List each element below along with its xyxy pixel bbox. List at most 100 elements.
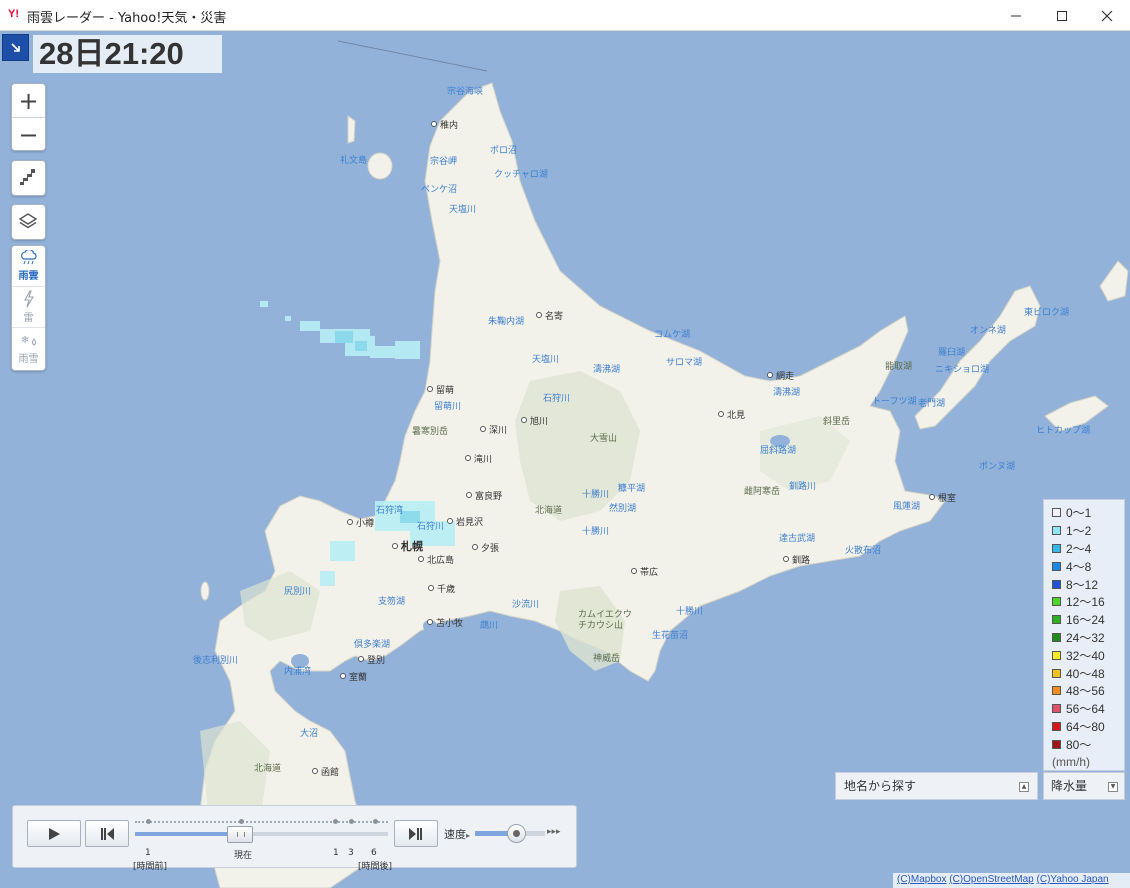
- legend-row: 4〜8: [1052, 557, 1124, 575]
- speed-slider-thumb[interactable]: [507, 824, 526, 843]
- place-search-label: 地名から探す: [844, 779, 917, 793]
- time-slider[interactable]: 1 [時間前] 現在 1 3 6 [時間後]: [133, 819, 392, 872]
- legend-label: 48〜56: [1066, 684, 1105, 699]
- minimize-button[interactable]: [993, 0, 1039, 31]
- play-button[interactable]: [27, 820, 81, 847]
- panel-collapse-button[interactable]: [2, 34, 29, 61]
- speed-text: 速度: [444, 828, 466, 841]
- legend-row: 8〜12: [1052, 575, 1124, 593]
- legend-swatch: [1052, 579, 1061, 589]
- legend-swatch: [1052, 561, 1061, 571]
- legend-row: 32〜40: [1052, 646, 1124, 664]
- legend-swatch: [1052, 686, 1061, 696]
- layers-button-inner: [12, 205, 44, 237]
- label-now: 現在: [234, 851, 253, 861]
- legend-label: 12〜16: [1066, 595, 1105, 610]
- label-toshibetsu: 後志利別川: [193, 656, 239, 666]
- label-sapporo: 札幌: [392, 538, 423, 554]
- yahoo-link[interactable]: (C)Yahoo Japan: [1037, 874, 1109, 885]
- step-back-button[interactable]: [85, 820, 129, 847]
- label-kunashiri4: 老門湖: [918, 399, 946, 409]
- label-rumoi-r: 留萌川: [434, 402, 462, 412]
- window-titlebar: Y! 雨雲レーダー - Yahoo!天気・災害: [0, 0, 1130, 31]
- label-shiraoi: 支笏湖: [378, 597, 406, 607]
- mapbox-link[interactable]: (C)Mapbox: [897, 874, 946, 885]
- label-soya-strait: 宗谷海峡: [447, 87, 484, 97]
- label-kushiro-shitsugen: 達古武湖: [779, 534, 816, 544]
- layers-button[interactable]: [11, 204, 46, 240]
- precip-label: 降水量: [1051, 779, 1088, 793]
- label-ishikari-r: 石狩川: [543, 394, 571, 404]
- zoom-in-button[interactable]: +: [12, 84, 45, 117]
- map-land-layer: [199, 40, 1129, 888]
- legend-row: 1〜2: [1052, 522, 1124, 540]
- mode-lightning-label: 雷: [23, 313, 34, 324]
- legend-label: 32〜40: [1066, 648, 1105, 663]
- label-hours-before: [時間前]: [133, 862, 168, 872]
- label-akan: 雌阿寒岳: [744, 487, 781, 497]
- lightning-icon: [23, 290, 34, 308]
- legend-row: 0〜1: [1052, 504, 1124, 522]
- label-mukawa: 鵡川: [480, 621, 499, 631]
- zoom-out-button[interactable]: −: [12, 118, 45, 151]
- legend-label: 80〜: [1066, 737, 1092, 752]
- maximize-icon: [1057, 10, 1067, 21]
- label-saroma: サロマ湖: [666, 358, 703, 368]
- mode-rain-snow[interactable]: ❄ 雨雪: [12, 328, 45, 369]
- mode-rain[interactable]: 雨雲: [12, 246, 45, 287]
- label-kamuy: カムイエクウ チカウシ山: [578, 610, 632, 631]
- label-kunashiri2: ニキショロ湖: [935, 365, 990, 375]
- label-tomakomai: 苫小牧: [427, 616, 463, 629]
- close-button[interactable]: [1084, 0, 1130, 31]
- legend-row: 48〜56: [1052, 682, 1124, 700]
- label-iwamizawa: 岩見沢: [447, 515, 483, 528]
- label-notoro: 能取湖: [885, 362, 913, 372]
- slider-tick: [146, 819, 151, 824]
- place-search-toggle[interactable]: 地名から探す ▲: [835, 772, 1038, 800]
- label-uchiura: 内浦湾: [284, 667, 312, 677]
- legend-swatch: [1052, 739, 1061, 749]
- legend-swatch: [1052, 704, 1061, 714]
- label-kushiro-r: 釧路川: [789, 482, 817, 492]
- label-tokachi2: 十勝川: [582, 527, 610, 537]
- label-onuma: ポロ沼: [490, 146, 518, 156]
- label-takikawa: 滝川: [465, 452, 492, 465]
- label-3h-after: 3: [348, 848, 354, 858]
- label-shumarinai: 朱鞠内湖: [488, 317, 525, 327]
- legend-row: 16〜24: [1052, 611, 1124, 629]
- precipitation-legend: 0〜1 1〜2 2〜4 4〜8 8〜12 12〜16 16〜24 24〜32 32〜40 40〜4…: [1043, 499, 1125, 771]
- expand-down-icon: ▼: [1108, 782, 1118, 792]
- region-jump-button[interactable]: [11, 160, 46, 196]
- osm-link[interactable]: (C)OpenStreetMap: [949, 874, 1033, 885]
- step-back-icon: [101, 827, 114, 840]
- speed-slow-icon: ▸: [466, 831, 471, 840]
- label-noboribetsu: 登別: [358, 653, 385, 666]
- mode-lightning[interactable]: 雷: [12, 287, 45, 328]
- yahoo-logo-icon: Y!: [8, 8, 19, 20]
- label-shari: 斜里岳: [823, 417, 851, 427]
- legend-label: 16〜24: [1066, 613, 1105, 628]
- legend-label: 0〜1: [1066, 506, 1092, 521]
- window-title: 雨雲レーダー - Yahoo!天気・災害: [27, 11, 227, 26]
- legend-row: 64〜80: [1052, 718, 1124, 736]
- rain-cloud-icon: [20, 250, 37, 265]
- label-chitose: 千歳: [428, 582, 455, 595]
- precip-toggle[interactable]: 降水量 ▼: [1043, 772, 1125, 800]
- slider-thumb[interactable]: [227, 826, 253, 843]
- slider-tick: [349, 819, 354, 824]
- maximize-button[interactable]: [1039, 0, 1085, 31]
- label-ishikari-bay: 石狩湾: [376, 506, 404, 516]
- slider-tick: [333, 819, 338, 824]
- label-habomai: ポンヌ湖: [979, 462, 1016, 472]
- step-forward-button[interactable]: [394, 820, 438, 847]
- label-teshio: 天塩川: [449, 205, 477, 215]
- label-kushiro: 釧路: [783, 553, 810, 566]
- label-kitami: 北見: [718, 408, 745, 421]
- label-furano: 富良野: [466, 489, 502, 502]
- radar-map[interactable]: 宗谷海峡 稚内 礼文島 宗谷岬 ポロ沼 クッチャロ湖 ペンケ沼 天塩川 朱鞠内湖…: [0, 31, 1130, 888]
- label-nukabira: 糠平湖: [618, 484, 646, 494]
- legend-row: 24〜32: [1052, 629, 1124, 647]
- legend-label: 8〜12: [1066, 577, 1099, 592]
- label-taisetsu: 大雪山: [590, 434, 618, 444]
- legend-row: 12〜16: [1052, 593, 1124, 611]
